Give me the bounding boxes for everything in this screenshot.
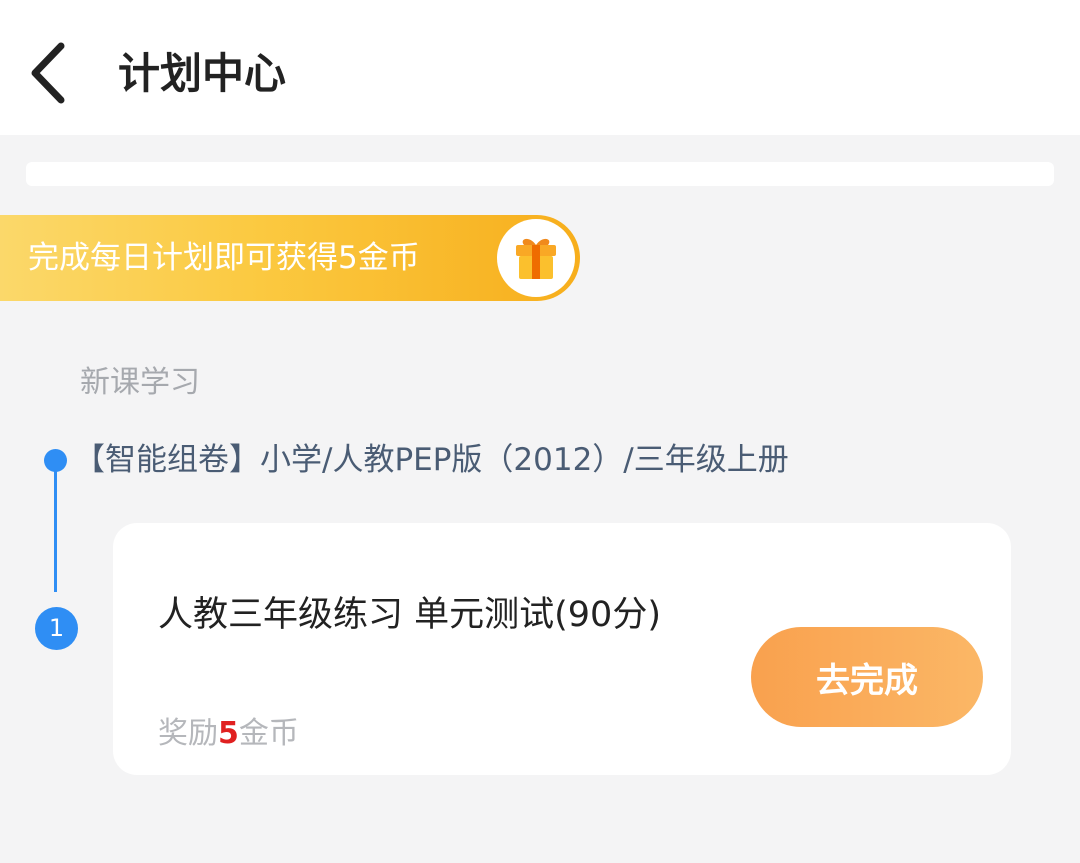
step-number-badge: 1	[35, 607, 78, 650]
back-button[interactable]	[22, 40, 72, 106]
task-card: 人教三年级练习 单元测试(90分) 奖励5金币 去完成	[113, 523, 1011, 775]
timeline-dot	[44, 449, 67, 472]
section-label: 新课学习	[80, 365, 200, 400]
page-title: 计划中心	[118, 49, 287, 98]
gift-icon-badge	[497, 219, 575, 297]
chevron-left-icon	[31, 42, 65, 104]
timeline-line	[54, 470, 57, 592]
reward-banner: 完成每日计划即可获得5金币	[0, 215, 580, 301]
task-reward: 奖励5金币	[158, 711, 299, 757]
reward-amount: 5	[218, 716, 239, 751]
reward-suffix: 金币	[238, 716, 299, 751]
task-title: 人教三年级练习 单元测试(90分)	[158, 595, 661, 635]
reward-banner-text: 完成每日计划即可获得5金币	[28, 240, 420, 276]
gift-icon	[516, 238, 556, 279]
course-title: 【智能组卷】小学/人教PEP版（2012）/三年级上册	[74, 442, 789, 478]
divider-strip	[26, 162, 1054, 186]
top-bar: 计划中心	[0, 0, 1080, 135]
go-complete-button[interactable]: 去完成	[751, 627, 983, 727]
reward-prefix: 奖励	[158, 716, 218, 751]
